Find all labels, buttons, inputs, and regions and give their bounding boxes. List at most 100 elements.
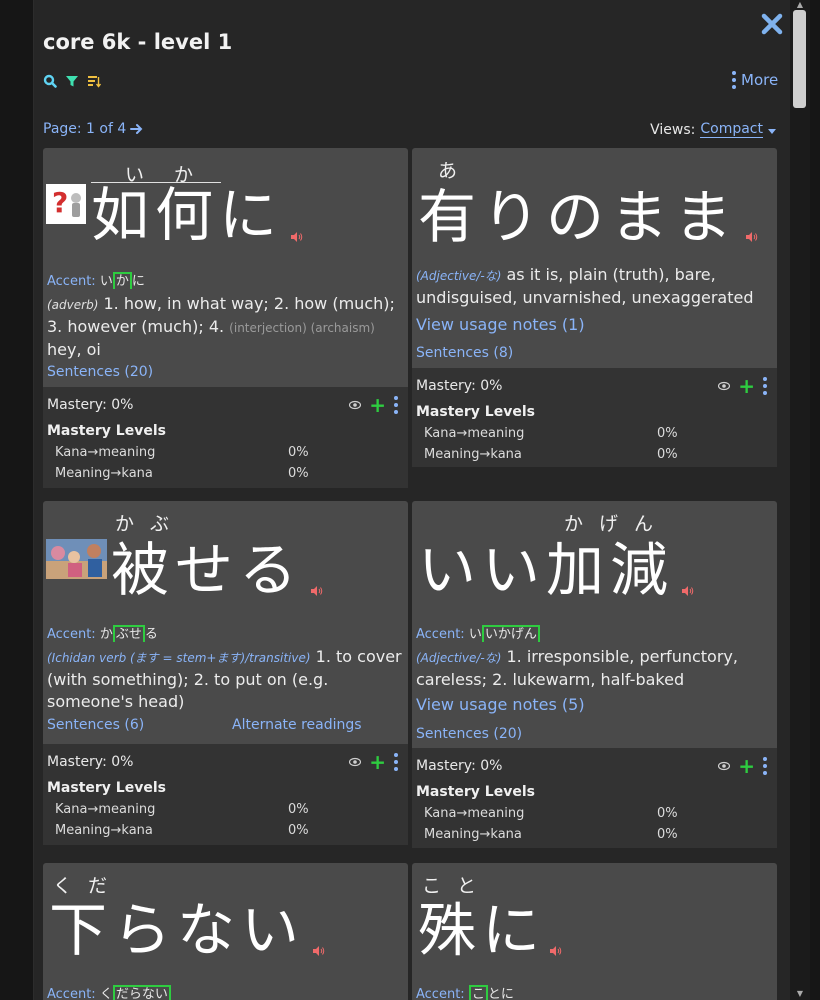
page-title: core 6k - level 1 [43,30,233,54]
vocab-word: 被せる [111,536,304,604]
mastery-levels-heading: Mastery Levels [47,423,166,439]
meaning-kana-label: Meaning→kana [424,447,522,462]
speaker-icon[interactable] [313,946,325,956]
vocab-word: 下らない [49,896,306,964]
furigana: くだ [53,875,124,897]
pitch-accent: Accent: いいかげん [416,623,540,642]
pagination[interactable]: Page: 1 of 4 [43,121,143,137]
meaning-kana-label: Meaning→kana [55,466,153,481]
furigana: かぶ [115,513,186,535]
vocab-word: 如何に [91,181,284,249]
kana-meaning-value: 0% [657,426,678,441]
views-selector: Views: Compact [650,121,776,138]
svg-text:?: ? [52,186,68,219]
alternate-readings-link[interactable]: Alternate readings [232,717,362,733]
card-actions: + [349,395,398,415]
furigana: こと [422,875,493,897]
kana-meaning-label: Kana→meaning [55,802,156,817]
vocab-card: いか ? 如何に Accent: いかに (adverb) 1. how, in… [43,148,408,488]
card-actions: + [349,752,398,772]
vocab-card: かげん いい加減 Accent: いいかげん (Adjective/-な) 1.… [412,501,777,848]
mastery-text: Mastery: 0% [47,754,134,770]
card-menu-icon[interactable] [763,757,767,775]
more-button[interactable]: More [732,71,778,89]
right-edge-bar [810,0,820,1000]
page-label: Page: 1 of 4 [43,121,127,137]
kana-meaning-value: 0% [288,802,309,817]
usage-notes-link[interactable]: View usage notes (1) [416,315,585,334]
meaning-kana-value: 0% [288,823,309,838]
left-edge-bar [0,0,34,1000]
word-meaning: (Ichidan verb (ます = stem+ます)/transitive)… [47,647,402,711]
views-dropdown[interactable]: Compact [700,121,763,138]
card-menu-icon[interactable] [394,753,398,771]
speaker-icon[interactable] [746,232,758,242]
card-menu-icon[interactable] [394,396,398,414]
vocab-word: 有りのまま [418,183,739,251]
meaning-kana-label: Meaning→kana [55,823,153,838]
caret-down-icon[interactable] [768,128,776,134]
close-icon[interactable] [756,8,788,40]
word-meaning: (Adjective/-な) 1. irresponsible, perfunc… [416,647,738,689]
eye-icon[interactable] [349,757,362,767]
word-meaning: (Adjective/-な) as it is, plain (truth), … [416,265,754,307]
mastery-levels-heading: Mastery Levels [416,404,535,420]
sentences-link[interactable]: Sentences (20) [416,726,522,742]
speaker-icon[interactable] [311,586,323,596]
add-icon[interactable]: + [738,376,755,396]
sentences-link[interactable]: Sentences (6) [47,717,144,733]
vocab-word: いい加減 [418,536,675,604]
sort-icon[interactable] [87,74,101,88]
speaker-icon[interactable] [291,232,303,242]
add-icon[interactable]: + [369,395,386,415]
kana-meaning-value: 0% [288,445,309,460]
filter-icon[interactable] [65,74,79,88]
mastery-text: Mastery: 0% [416,378,503,394]
card-menu-icon[interactable] [763,377,767,395]
pitch-accent: Accent: くだらない [47,983,171,1000]
speaker-icon[interactable] [550,946,562,956]
eye-icon[interactable] [349,400,362,410]
scrollbar-thumb[interactable] [793,10,806,108]
kebab-icon [732,71,736,89]
mastery-levels-heading: Mastery Levels [47,780,166,796]
toolbar-icons [43,74,101,88]
card-actions: + [718,756,767,776]
word-meaning: (adverb) 1. how, in what way; 2. how (mu… [47,294,395,359]
speaker-icon[interactable] [682,586,694,596]
add-icon[interactable]: + [369,752,386,772]
kana-meaning-value: 0% [657,806,678,821]
pitch-accent: Accent: いかに [47,272,145,289]
vocab-list-panel: core 6k - level 1 More Page: 1 of 4 View… [34,0,790,1000]
eye-icon[interactable] [718,381,731,391]
usage-notes-link[interactable]: View usage notes (5) [416,695,585,714]
vocab-word: 殊に [418,896,547,964]
kana-meaning-label: Kana→meaning [55,445,156,460]
people-photo [46,539,107,579]
vertical-scrollbar[interactable]: ▲ ▼ [790,0,810,1000]
search-icon[interactable] [43,74,57,88]
vocab-card: くだ 下らない Accent: くだらない [43,863,408,1000]
meaning-kana-value: 0% [657,827,678,842]
scroll-down-arrow-icon[interactable]: ▼ [790,988,810,1000]
kana-meaning-label: Kana→meaning [424,426,525,441]
mastery-text: Mastery: 0% [416,758,503,774]
mastery-levels-heading: Mastery Levels [416,784,535,800]
add-icon[interactable]: + [738,756,755,776]
meaning-kana-label: Meaning→kana [424,827,522,842]
more-label: More [741,71,779,89]
sentences-link[interactable]: Sentences (20) [47,364,153,380]
vocab-card: かぶ 被せる Accent: かぶせる (Ichidan verb (ます = … [43,501,408,845]
arrow-right-icon[interactable] [130,123,143,135]
eye-icon[interactable] [718,761,731,771]
kana-meaning-label: Kana→meaning [424,806,525,821]
furigana: かげん [564,513,670,535]
pitch-accent: Accent: ことに [416,985,514,1000]
mastery-text: Mastery: 0% [47,397,134,413]
meaning-kana-value: 0% [657,447,678,462]
furigana: あ [438,160,474,182]
sentences-link[interactable]: Sentences (8) [416,345,513,361]
scroll-up-arrow-icon[interactable]: ▲ [790,0,810,10]
vocab-card: あ 有りのまま (Adjective/-な) as it is, plain (… [412,148,777,467]
vocab-card: こと 殊に Accent: ことに [412,863,777,1000]
